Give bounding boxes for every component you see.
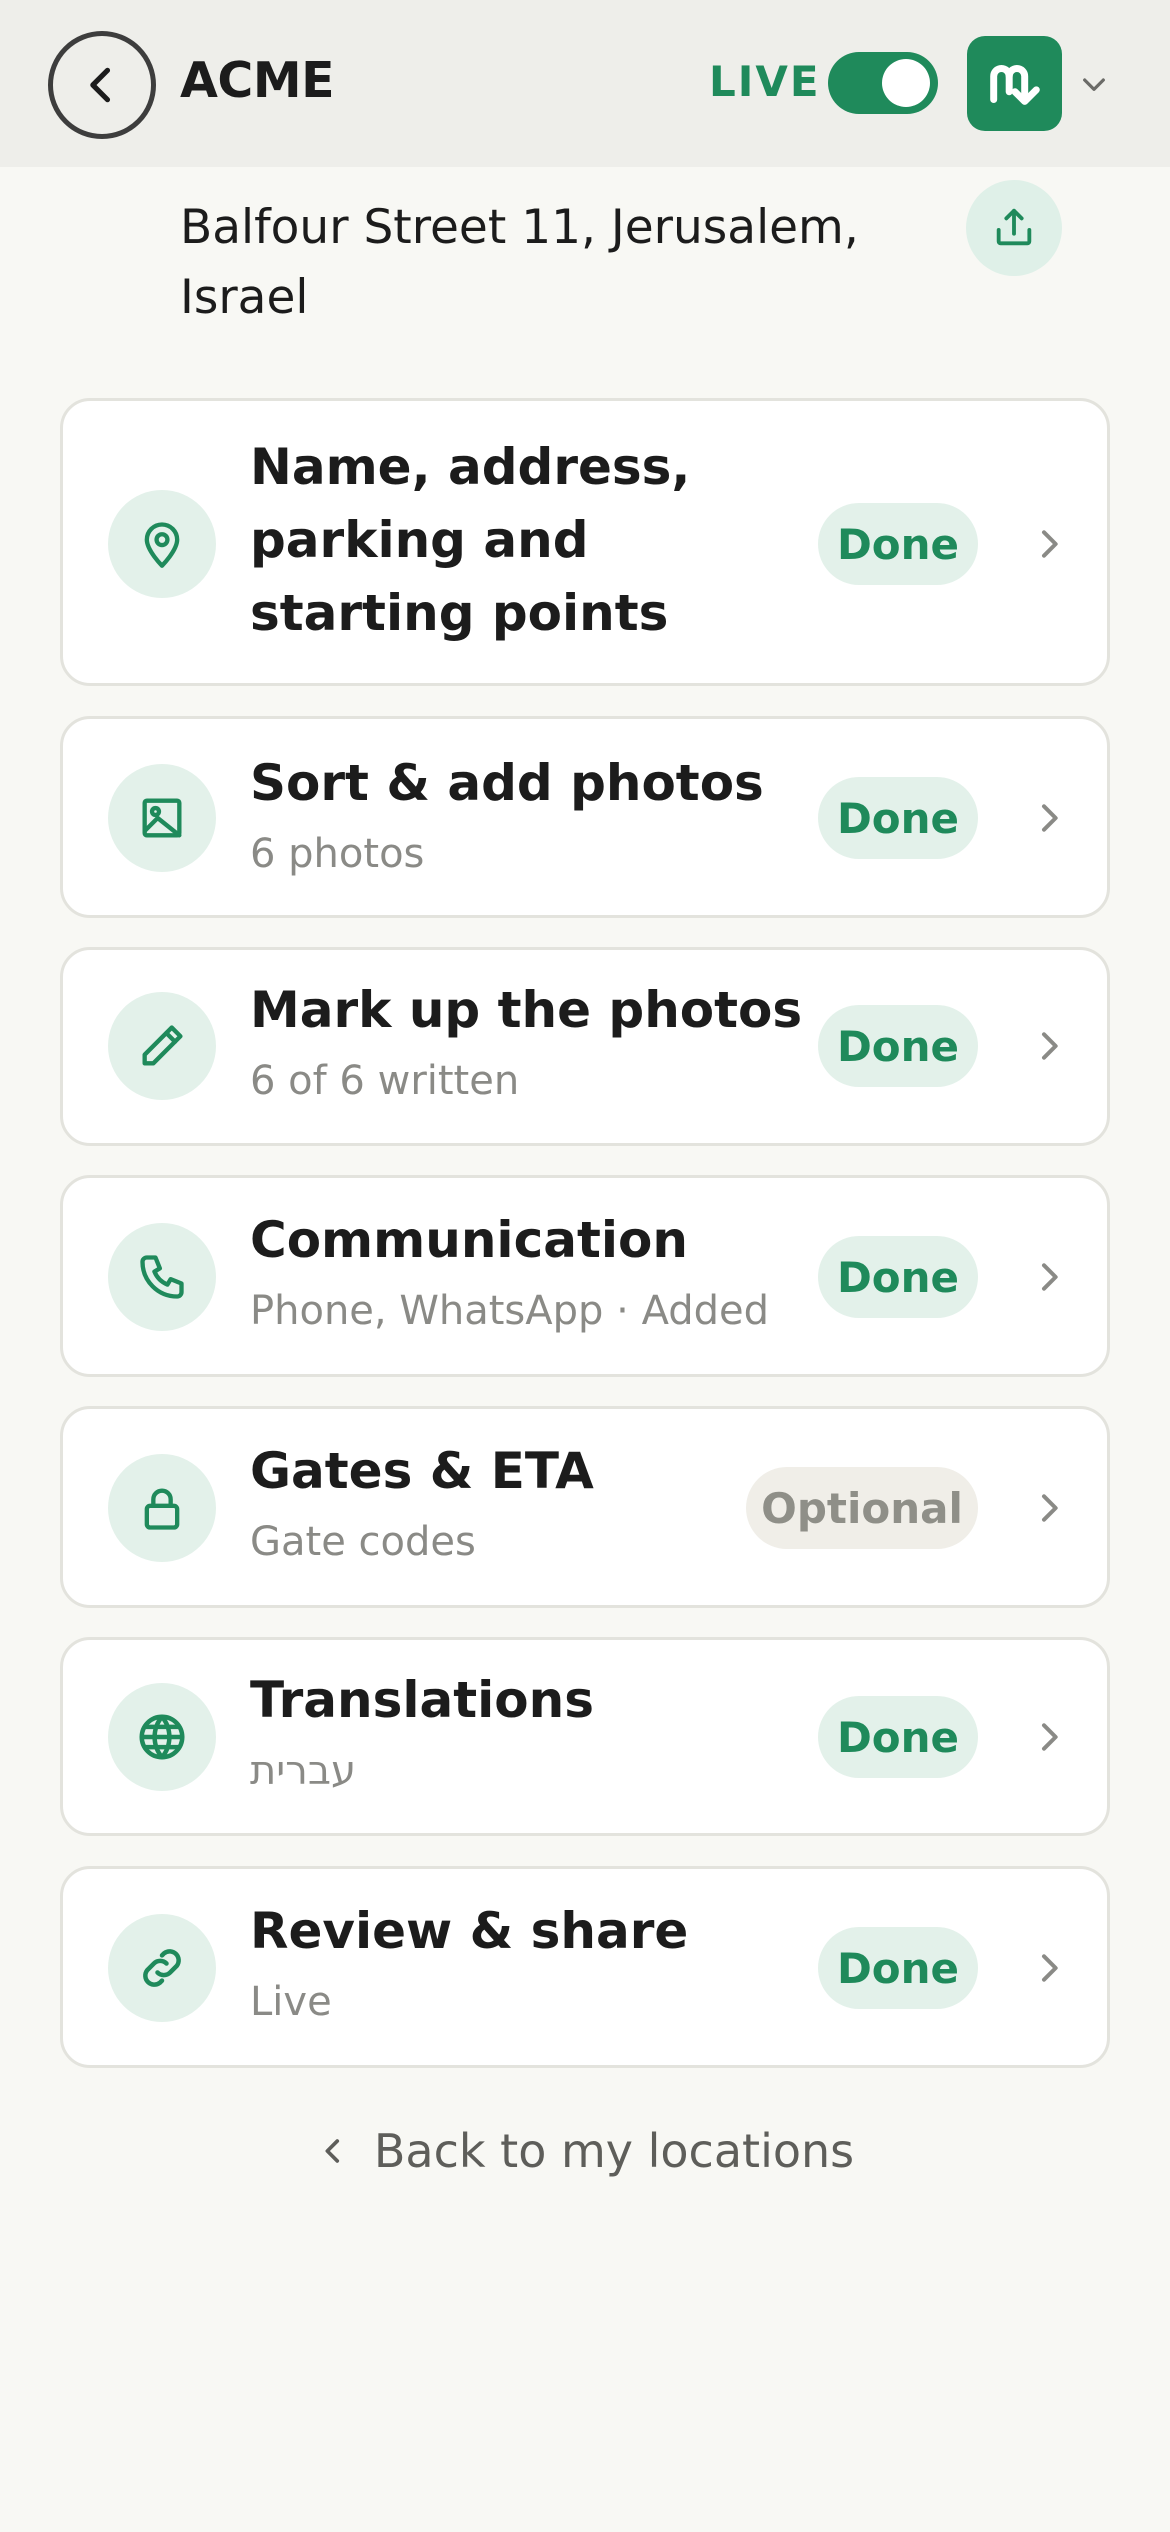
step-icon-wrap bbox=[108, 1914, 216, 2022]
toggle-knob bbox=[882, 59, 930, 107]
brand-name: ACME bbox=[180, 52, 335, 109]
step-icon-wrap bbox=[108, 1454, 216, 1562]
map-pin-icon bbox=[144, 522, 180, 568]
step-icon-wrap bbox=[108, 992, 216, 1100]
status-badge: Optional bbox=[746, 1467, 978, 1549]
chevron-left-icon bbox=[325, 2139, 339, 2163]
step-card-translations[interactable]: Translations עברית Done bbox=[60, 1637, 1110, 1836]
phone-icon bbox=[140, 1255, 184, 1299]
pencil-icon bbox=[142, 1025, 183, 1066]
step-card-communication[interactable]: Communication Phone, WhatsApp · Added Do… bbox=[60, 1175, 1110, 1377]
step-subtitle: 6 of 6 written bbox=[250, 1058, 520, 1104]
chevron-right-icon bbox=[1042, 1494, 1058, 1522]
step-title: Translations bbox=[250, 1671, 594, 1729]
step-subtitle: עברית bbox=[250, 1748, 356, 1794]
share-button[interactable] bbox=[966, 180, 1062, 276]
step-title: Mark up the photos bbox=[250, 981, 803, 1039]
step-title: Sort & add photos bbox=[250, 754, 764, 812]
status-badge: Done bbox=[818, 777, 978, 859]
chevron-right-icon bbox=[1042, 1263, 1058, 1291]
status-badge: Done bbox=[818, 503, 978, 585]
chevron-left-icon bbox=[90, 67, 111, 103]
chevron-right-icon bbox=[1042, 530, 1058, 558]
step-card-photos[interactable]: Sort & add photos 6 photos Done bbox=[60, 716, 1110, 918]
back-to-locations-link[interactable]: Back to my locations bbox=[0, 2124, 1170, 2178]
step-icon-wrap bbox=[108, 1223, 216, 1331]
back-to-locations-label: Back to my locations bbox=[373, 2124, 855, 2178]
live-label: LIVE bbox=[709, 57, 821, 106]
status-badge: Done bbox=[818, 1927, 978, 2009]
link-icon bbox=[143, 1949, 181, 1987]
live-toggle[interactable] bbox=[828, 52, 938, 114]
logo-m-icon bbox=[989, 64, 1040, 105]
step-icon-wrap bbox=[108, 1683, 216, 1791]
chevron-right-icon bbox=[1042, 1723, 1058, 1751]
step-card-markup[interactable]: Mark up the photos 6 of 6 written Done bbox=[60, 947, 1110, 1146]
step-title: Communication bbox=[250, 1211, 688, 1269]
step-card-name-address[interactable]: Name, address, parking and starting poin… bbox=[60, 398, 1110, 686]
step-card-gates[interactable]: Gates & ETA Gate codes Optional bbox=[60, 1406, 1110, 1608]
share-icon bbox=[996, 208, 1032, 246]
globe-icon bbox=[139, 1714, 185, 1760]
step-title: Name, address, parking and starting poin… bbox=[250, 438, 691, 642]
step-card-review-share[interactable]: Review & share Live Done bbox=[60, 1866, 1110, 2068]
step-title: Gates & ETA bbox=[250, 1442, 594, 1500]
step-subtitle: Live bbox=[250, 1979, 332, 2025]
app-logo-button[interactable] bbox=[967, 36, 1062, 131]
step-title: Review & share bbox=[250, 1902, 689, 1960]
status-badge: Done bbox=[818, 1236, 978, 1318]
step-subtitle: Gate codes bbox=[250, 1519, 476, 1565]
step-subtitle: 6 photos bbox=[250, 831, 425, 877]
chevron-right-icon bbox=[1042, 1954, 1058, 1982]
lock-icon bbox=[144, 1488, 180, 1530]
image-icon bbox=[142, 798, 182, 838]
location-address: Balfour Street 11, Jerusalem, Israel bbox=[180, 200, 859, 325]
status-badge: Done bbox=[818, 1005, 978, 1087]
step-icon-wrap bbox=[108, 490, 216, 598]
chevron-down-icon[interactable] bbox=[1078, 68, 1110, 100]
status-badge: Done bbox=[818, 1696, 978, 1778]
chevron-right-icon bbox=[1042, 1032, 1058, 1060]
step-subtitle: Phone, WhatsApp · Added bbox=[250, 1288, 770, 1334]
back-button[interactable] bbox=[48, 31, 156, 139]
step-icon-wrap bbox=[108, 764, 216, 872]
chevron-right-icon bbox=[1042, 804, 1058, 832]
top-bar: ACME LIVE bbox=[0, 0, 1170, 167]
location-setup-screen: ACME LIVE Balfour Street 11, Jerusalem, … bbox=[0, 0, 1170, 2532]
